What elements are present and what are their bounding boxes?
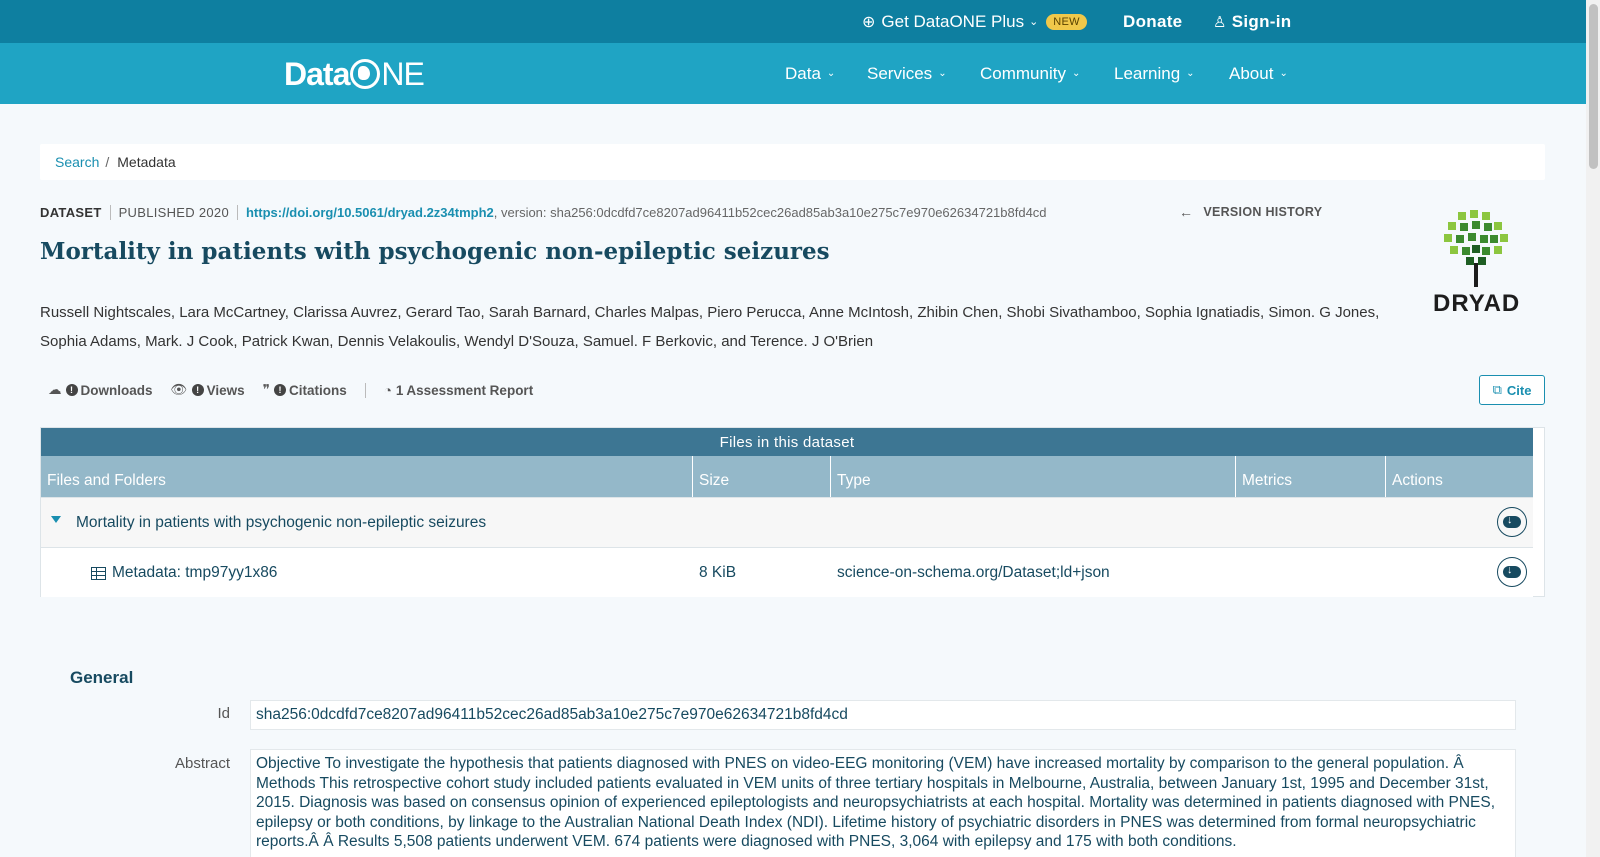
download-file-button[interactable] <box>1497 557 1527 587</box>
divider <box>364 382 366 398</box>
user-icon: ♙ <box>1213 13 1227 31</box>
scrollbar-thumb[interactable] <box>1589 4 1598 169</box>
files-table-caption: Files in this dataset <box>41 428 1533 456</box>
nav-services[interactable]: Services ⌄ <box>867 43 947 104</box>
general-heading: General <box>70 668 134 687</box>
downloads-metric[interactable]: ☁ ! Downloads <box>48 382 153 398</box>
header-size: Size <box>693 456 831 497</box>
metrics-row: ☁ ! Downloads 👁 ! Views ❞ ! Citations ◔ … <box>48 381 551 399</box>
authors-list: Russell Nightscales, Lara McCartney, Cla… <box>40 304 1380 350</box>
nav-community[interactable]: Community ⌄ <box>980 43 1080 104</box>
get-dataone-plus-label: Get DataONE Plus <box>881 11 1025 31</box>
version-id: , version: sha256:0dcdfd7ce8207ad96411b5… <box>493 204 1047 220</box>
tree-icon <box>1444 210 1508 287</box>
file-name: Metadata: tmp97yy1x86 <box>112 564 278 581</box>
globe-icon <box>350 59 381 89</box>
dryad-wordmark: DRYAD <box>1433 290 1521 317</box>
copy-icon: ⧉ <box>1492 382 1502 397</box>
divider <box>236 204 238 220</box>
divider <box>109 204 111 220</box>
donate-link[interactable]: Donate <box>1123 0 1182 43</box>
table-icon <box>91 566 106 580</box>
assessment-count: 1 <box>395 382 404 398</box>
nav-about[interactable]: About ⌄ <box>1229 43 1288 104</box>
header-files-and-folders: Files and Folders <box>41 456 693 497</box>
exclamation-icon: ! <box>65 384 78 396</box>
chevron-down-icon: ⌄ <box>938 68 947 79</box>
id-value: sha256:0dcdfd7ce8207ad96411b52cec26ad85a… <box>250 700 1516 730</box>
exclamation-icon: ! <box>273 384 286 396</box>
main-navbar: Data NE Data ⌄ Services ⌄ Community ⌄ Learni… <box>0 43 1586 104</box>
folder-name[interactable]: Mortality in patients with psychogenic n… <box>76 498 486 548</box>
chevron-down-icon: ⌄ <box>1279 68 1288 79</box>
files-table-header: Files and Folders Size Type Metrics Acti… <box>41 456 1533 497</box>
file-size: 8 KiB <box>699 564 737 581</box>
table-row: Mortality in patients with psychogenic n… <box>41 497 1533 547</box>
published-year: PUBLISHED 2020 <box>118 204 229 220</box>
breadcrumb-separator: / <box>105 154 110 170</box>
cloud-download-icon <box>1503 514 1521 528</box>
dataset-type: DATASET <box>40 204 102 220</box>
views-label: Views <box>206 382 245 398</box>
download-folder-button[interactable] <box>1497 507 1527 537</box>
table-row: Metadata: tmp97yy1x86 8 KiB science-on-s… <box>41 547 1533 597</box>
dataone-logo[interactable]: Data NE <box>284 55 425 92</box>
version-history-link[interactable]: ← VERSION HISTORY <box>1179 203 1322 221</box>
breadcrumb: Search / Metadata <box>40 144 1545 180</box>
globe-gear-icon: ⊕ <box>862 13 876 31</box>
cite-label: Cite <box>1506 382 1532 398</box>
breadcrumb-search-link[interactable]: Search <box>55 154 99 170</box>
cloud-download-icon <box>1503 564 1521 578</box>
chevron-down-icon: ⌄ <box>1071 68 1081 79</box>
id-label: Id <box>217 705 230 722</box>
files-table: Files in this dataset Files and Folders … <box>40 427 1545 597</box>
gauge-icon: ◔ <box>383 382 392 398</box>
version-history-label: VERSION HISTORY <box>1203 205 1323 219</box>
dataset-title: Mortality in patients with psychogenic n… <box>40 238 830 265</box>
nav-data[interactable]: Data ⌄ <box>785 43 835 104</box>
assessment-report-link[interactable]: ◔ 1 Assessment Report <box>384 383 533 398</box>
arrow-left-icon: ← <box>1179 204 1194 220</box>
chevron-down-icon: ⌄ <box>1029 16 1039 28</box>
sign-in-link[interactable]: ♙ Sign-in <box>1213 0 1291 43</box>
file-type: science-on-schema.org/Dataset;ld+json <box>837 564 1110 581</box>
cite-button[interactable]: ⧉ Cite <box>1479 375 1545 405</box>
assessment-label: Assessment Report <box>406 382 534 398</box>
nav-community-label: Community <box>980 63 1066 83</box>
downloads-label: Downloads <box>80 382 153 398</box>
utility-bar: ⊕ Get DataONE Plus ⌄ NEW Donate ♙ Sign-i… <box>0 0 1586 43</box>
header-actions: Actions <box>1392 472 1443 489</box>
nav-about-label: About <box>1229 63 1274 83</box>
file-name-cell[interactable]: Metadata: tmp97yy1x86 <box>91 548 277 598</box>
nav-data-label: Data <box>785 63 821 83</box>
chevron-down-icon: ⌄ <box>1186 68 1195 79</box>
doi-link[interactable]: https://doi.org/10.5061/dryad.2z34tmph2 <box>246 205 494 220</box>
chevron-down-icon: ⌄ <box>826 68 836 79</box>
nav-learning[interactable]: Learning ⌄ <box>1114 43 1195 104</box>
nav-learning-label: Learning <box>1114 63 1181 83</box>
citations-label: Citations <box>288 382 347 398</box>
caret-down-icon[interactable] <box>51 516 61 523</box>
sign-in-label: Sign-in <box>1231 11 1292 31</box>
eye-icon: 👁 <box>170 382 188 397</box>
logo-text-data: Data <box>284 55 350 92</box>
exclamation-icon: ! <box>191 384 204 396</box>
abstract-label: Abstract <box>174 755 230 772</box>
cloud-download-icon: ☁ <box>48 382 62 397</box>
dataset-meta-line: DATASET PUBLISHED 2020 https://doi.org/1… <box>40 203 1047 221</box>
dryad-logo[interactable]: DRYAD <box>1430 208 1540 318</box>
views-metric[interactable]: 👁 ! Views <box>171 382 245 398</box>
header-type: Type <box>831 456 1236 497</box>
logo-text-ne: NE <box>381 55 424 92</box>
breadcrumb-current: Metadata <box>117 154 176 170</box>
nav-services-label: Services <box>867 63 933 83</box>
get-dataone-plus-menu[interactable]: ⊕ Get DataONE Plus ⌄ NEW <box>862 0 1087 43</box>
abstract-text: Objective To investigate the hypothesis … <box>250 749 1516 857</box>
citations-metric[interactable]: ❞ ! Citations <box>263 382 347 398</box>
header-metrics: Metrics <box>1236 456 1386 497</box>
new-badge: NEW <box>1046 13 1087 30</box>
quote-icon: ❞ <box>262 382 270 397</box>
